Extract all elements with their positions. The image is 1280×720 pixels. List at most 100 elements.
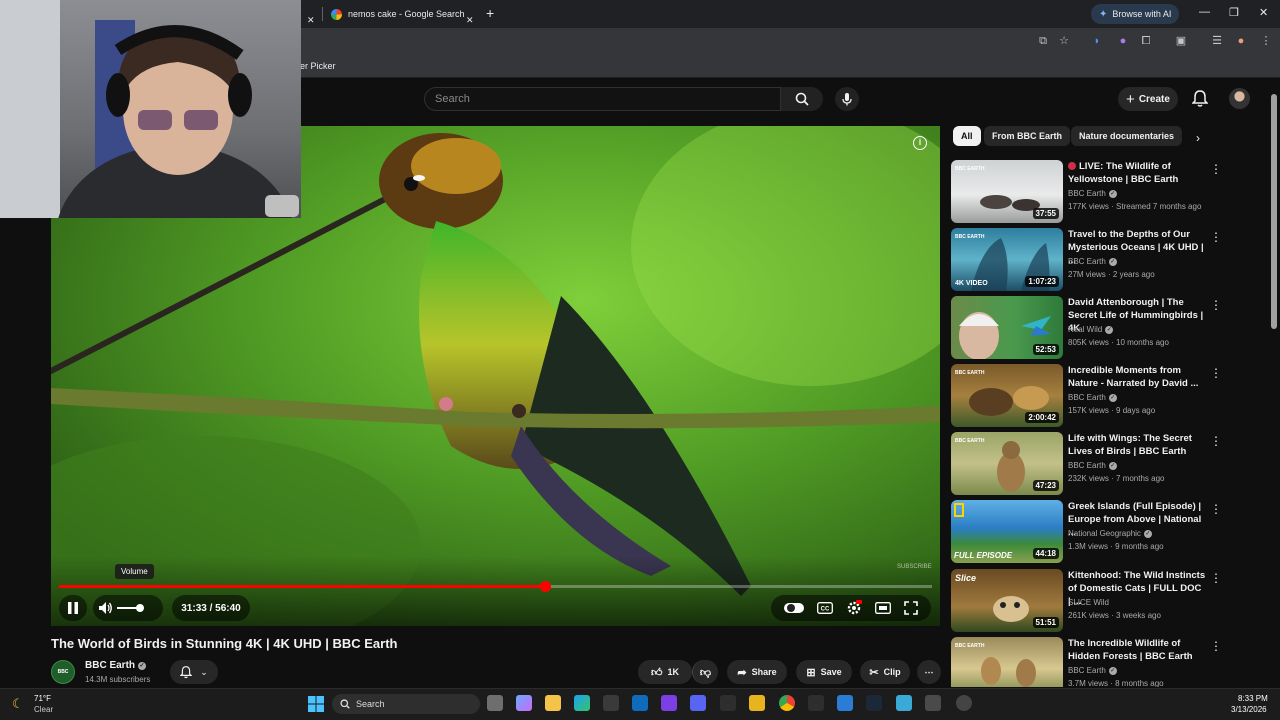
voice-search-button[interactable]	[835, 87, 859, 111]
discord-icon[interactable]	[690, 695, 706, 711]
video-thumbnail[interactable]: Slice 51:51	[951, 569, 1063, 632]
video-thumbnail[interactable]: BBC EARTH 4K VIDEO 1:07:23	[951, 228, 1063, 291]
store-icon[interactable]	[603, 695, 619, 711]
recommendation-item[interactable]: BBC EARTH 4K VIDEO 1:07:23 Travel to the…	[951, 228, 1222, 292]
outlook-icon[interactable]	[632, 695, 648, 711]
play-pause-button[interactable]	[59, 595, 87, 621]
account-avatar[interactable]	[1229, 88, 1250, 109]
video-thumbnail[interactable]: BBC EARTH 37:55	[951, 160, 1063, 223]
volume-slider[interactable]	[117, 604, 144, 612]
recommendation-channel[interactable]: National Geographic ✓	[1068, 529, 1152, 538]
volume-control[interactable]	[93, 595, 163, 621]
extension-icon[interactable]: ◗	[1090, 34, 1104, 48]
app-icon[interactable]	[808, 695, 824, 711]
subscription-bell-button[interactable]: ⌄	[170, 660, 218, 684]
recommendation-channel[interactable]: BBC Earth ✓	[1068, 461, 1117, 470]
channel-avatar[interactable]: BBC EARTH	[51, 660, 75, 697]
recommendation-channel[interactable]: BBC Earth ✓	[1068, 393, 1117, 402]
theater-mode-icon[interactable]	[875, 602, 892, 614]
info-icon[interactable]: i	[913, 136, 927, 150]
notifications-bell-icon[interactable]	[1192, 90, 1208, 108]
install-app-icon[interactable]: ⧉	[1036, 34, 1050, 48]
recommendation-channel[interactable]: Real Wild ✓	[1068, 325, 1114, 334]
video-thumbnail[interactable]: BBC EARTH 2:00:42	[951, 364, 1063, 427]
close-window-icon[interactable]: ✕	[1259, 6, 1268, 19]
app-icon[interactable]	[749, 695, 765, 711]
more-options-icon[interactable]: ⋮	[1210, 230, 1222, 244]
more-options-icon[interactable]: ⋮	[1210, 502, 1222, 516]
video-thumbnail[interactable]: BBC EARTH 47:23	[951, 432, 1063, 495]
more-options-icon[interactable]: ⋮	[1210, 571, 1222, 585]
file-explorer-icon[interactable]	[545, 695, 561, 711]
reading-list-icon[interactable]: ☰	[1210, 34, 1224, 48]
recommendation-item[interactable]: BBC EARTH The Incredible Wildlife of Hid…	[951, 637, 1221, 687]
extension-icon[interactable]: ●	[1116, 34, 1130, 48]
chevron-right-icon[interactable]: ›	[1196, 131, 1200, 145]
clip-button[interactable]: ✂ Clip	[860, 660, 910, 684]
copilot-icon[interactable]	[516, 695, 532, 711]
more-options-icon[interactable]: ⋮	[1210, 162, 1222, 176]
dislike-button[interactable]: 👎︎	[692, 660, 718, 684]
settings-gear-icon[interactable]	[846, 600, 862, 616]
chip-from-bbc-earth[interactable]: From BBC Earth	[984, 126, 1071, 146]
channel-name-row[interactable]: BBC Earth ✓	[85, 660, 147, 671]
chip-all[interactable]: All	[953, 126, 981, 146]
more-options-icon[interactable]: ⋮	[1210, 298, 1222, 312]
recommendation-item[interactable]: BBC EARTH 47:23 Life with Wings: The Sec…	[951, 432, 1222, 496]
app-icon[interactable]	[837, 695, 853, 711]
recommendation-item[interactable]: FULL EPISODE 44:18 Greek Islands (Full E…	[951, 500, 1222, 564]
recommendation-channel[interactable]: SLICE Wild	[1068, 598, 1109, 607]
browse-with-ai-button[interactable]: ✦ Browse with AI	[1091, 4, 1180, 24]
minimize-icon[interactable]: —	[1199, 6, 1210, 18]
clock-time[interactable]: 8:33 PM	[1238, 694, 1268, 703]
fullscreen-icon[interactable]	[904, 601, 919, 615]
windows-start-icon[interactable]	[308, 696, 324, 712]
steam-icon[interactable]	[866, 695, 882, 711]
search-input[interactable]: Search	[424, 87, 781, 111]
more-options-icon[interactable]: ⋮	[1210, 639, 1221, 653]
progress-bar[interactable]	[59, 581, 932, 592]
obs-icon[interactable]	[956, 695, 972, 711]
more-actions-button[interactable]: ⋯	[917, 660, 941, 684]
bookmark-item[interactable]: er Picker	[300, 61, 336, 71]
extensions-puzzle-icon[interactable]: ⧠	[1139, 34, 1153, 48]
bookmark-star-icon[interactable]: ☆	[1057, 34, 1071, 48]
create-button[interactable]: + Create	[1118, 87, 1178, 111]
more-options-icon[interactable]: ⋮	[1210, 434, 1222, 448]
app-icon[interactable]	[925, 695, 941, 711]
weather-temperature[interactable]: 71°F	[34, 694, 51, 703]
more-options-icon[interactable]: ⋮	[1210, 366, 1222, 380]
video-thumbnail[interactable]: 52:53	[951, 296, 1063, 359]
video-thumbnail[interactable]: BBC EARTH	[951, 637, 1063, 687]
volume-icon[interactable]	[99, 602, 113, 614]
recommendation-item[interactable]: 52:53 David Attenborough | The Secret Li…	[951, 296, 1222, 360]
app-icon[interactable]	[896, 695, 912, 711]
search-button[interactable]	[781, 87, 823, 111]
recommendation-channel[interactable]: BBC Earth ✓	[1068, 189, 1117, 198]
page-scrollbar[interactable]	[1271, 94, 1277, 329]
split-view-icon[interactable]: ▣	[1174, 34, 1188, 48]
app-icon[interactable]	[661, 695, 677, 711]
tab-google-search[interactable]: nemos cake - Google Search	[331, 2, 465, 26]
chip-nature-documentaries[interactable]: Nature documentaries	[1071, 126, 1183, 146]
recommendation-channel[interactable]: BBC Earth ✓	[1068, 666, 1117, 675]
edge-browser-icon[interactable]	[574, 695, 590, 711]
new-tab-icon[interactable]: +	[486, 5, 494, 21]
subscribe-watermark[interactable]: SUBSCRIBE	[897, 564, 932, 570]
restore-icon[interactable]: ❐	[1229, 6, 1239, 19]
save-button[interactable]: ⊞ Save	[796, 660, 852, 684]
task-view-icon[interactable]	[487, 695, 503, 711]
video-thumbnail[interactable]: FULL EPISODE 44:18	[951, 500, 1063, 563]
taskbar-search[interactable]: Search	[332, 694, 480, 714]
menu-kebab-icon[interactable]: ⋮	[1259, 34, 1273, 48]
xbox-icon[interactable]	[720, 695, 736, 711]
recommendation-channel[interactable]: BBC Earth ✓	[1068, 257, 1117, 266]
autoplay-toggle-icon[interactable]	[783, 602, 804, 614]
recommendation-item[interactable]: BBC EARTH 37:55 LIVE: The Wildlife of Ye…	[951, 160, 1222, 224]
channel-name[interactable]: BBC Earth	[85, 660, 135, 671]
recommendation-item[interactable]: BBC EARTH 2:00:42 Incredible Moments fro…	[951, 364, 1222, 428]
clock-date[interactable]: 3/13/2026	[1231, 705, 1267, 714]
chrome-icon[interactable]	[779, 695, 795, 711]
share-button[interactable]: ➦ Share	[727, 660, 787, 684]
recommendation-item[interactable]: Slice 51:51 Kittenhood: The Wild Instinc…	[951, 569, 1222, 633]
